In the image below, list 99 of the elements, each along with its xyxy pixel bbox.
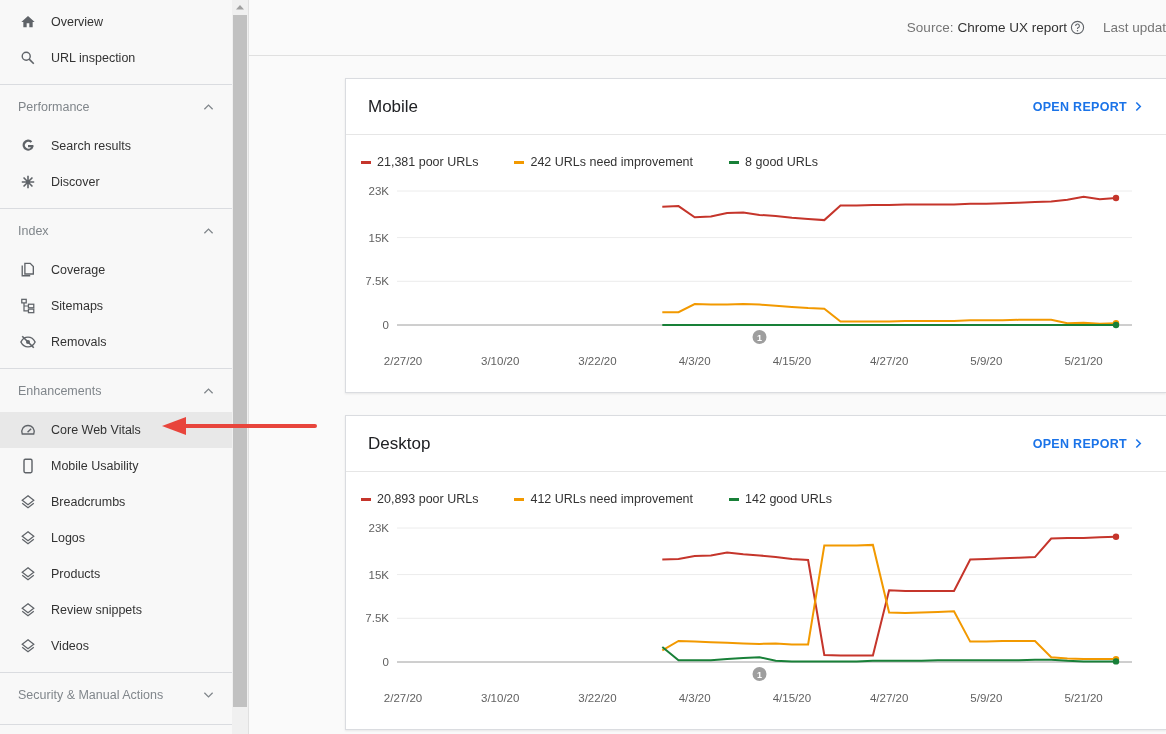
x-tick-label: 5/9/20 [970, 692, 1003, 704]
y-tick-label: 0 [382, 319, 389, 331]
nav-item-label: Removals [51, 335, 107, 349]
nav-item[interactable]: Videos [0, 628, 232, 664]
scrollbar-thumb[interactable] [233, 15, 247, 707]
y-tick-label: 7.5K [366, 275, 389, 288]
scrollbar[interactable] [232, 0, 249, 734]
nav-item[interactable]: Coverage [0, 252, 232, 288]
chevron-up-icon[interactable] [203, 226, 214, 235]
x-tick-label: 4/27/20 [869, 355, 909, 367]
source-label: Source: [906, 20, 954, 35]
x-tick-label: 3/22/20 [578, 355, 617, 367]
section-header[interactable]: Security & Manual Actions [0, 673, 232, 716]
nav-item[interactable]: Review snippets [0, 592, 232, 628]
phone-icon [20, 458, 36, 474]
nav-item-label: URL inspection [51, 51, 136, 65]
source-value: Chrome UX report [957, 20, 1067, 35]
nav-item[interactable]: Sitemaps [0, 288, 232, 324]
nav-item-label: Coverage [51, 263, 106, 277]
y-tick-label: 15K [368, 231, 389, 244]
open-report-link[interactable]: OPEN REPORT [1032, 436, 1142, 451]
x-tick-label: 3/10/20 [481, 692, 520, 704]
open-report-link[interactable]: OPEN REPORT [1032, 99, 1142, 114]
chevron-up-icon[interactable] [203, 386, 214, 395]
x-tick-label: 4/3/20 [678, 355, 711, 367]
card-title: Mobile [368, 96, 419, 117]
legend-label: 142 good URLs [745, 492, 832, 506]
legend-label: 242 URLs need improvement [530, 155, 694, 169]
chevron-up-icon[interactable] [203, 102, 214, 111]
nav-item[interactable]: URL inspection [0, 40, 232, 76]
nav-item-label: Overview [51, 15, 104, 29]
x-tick-label: 2/27/20 [383, 692, 423, 704]
nav-item-label: Logos [51, 531, 86, 545]
nav-item-label: Videos [51, 639, 89, 653]
nav-item-label: Mobile Usability [51, 459, 139, 473]
y-tick-label: 0 [382, 656, 389, 668]
nav-item[interactable]: Search results [0, 128, 232, 164]
x-tick-label: 4/15/20 [772, 692, 812, 704]
eye-off-icon [20, 334, 36, 350]
nav-item[interactable]: Overview [0, 4, 232, 40]
section-title: Index [18, 223, 49, 238]
asterisk-icon [20, 174, 36, 190]
nav-item-label: Breadcrumbs [51, 495, 126, 509]
search-icon [20, 50, 36, 66]
gauge-icon [20, 422, 36, 438]
legend-label: 20,893 poor URLs [377, 492, 479, 506]
legend-label: 412 URLs need improvement [530, 492, 694, 506]
layers-icon [20, 494, 36, 510]
section-header[interactable]: Performance [0, 85, 232, 128]
x-tick-label: 3/10/20 [481, 355, 520, 367]
x-tick-label: 4/15/20 [772, 355, 812, 367]
x-tick-label: 5/9/20 [970, 355, 1003, 367]
end-point [1112, 533, 1120, 540]
chevron-down-icon[interactable] [203, 690, 214, 699]
x-tick-label: 4/27/20 [869, 692, 909, 704]
section-header[interactable]: Enhancements [0, 369, 232, 412]
x-tick-label: 4/3/20 [678, 692, 711, 704]
g-letter-icon [20, 138, 36, 154]
nav-item[interactable]: Mobile Usability [0, 448, 232, 484]
scroll-up-icon[interactable] [235, 4, 245, 10]
nav-item-label: Sitemaps [51, 299, 104, 313]
layers-icon [20, 566, 36, 582]
y-tick-label: 23K [368, 185, 389, 197]
x-tick-label: 5/21/20 [1064, 692, 1103, 704]
y-tick-label: 23K [368, 522, 389, 534]
pages-icon [20, 262, 36, 278]
nav-item-label: Discover [51, 175, 100, 189]
home-icon [20, 14, 36, 30]
section-title: Security & Manual Actions [18, 687, 164, 702]
y-tick-label: 15K [368, 568, 389, 581]
legend-label: 21,381 poor URLs [377, 155, 479, 169]
x-tick-label: 2/27/20 [383, 355, 423, 367]
nav-item[interactable]: Core Web Vitals [0, 412, 232, 448]
layers-icon [20, 638, 36, 654]
section-title: Performance [18, 99, 90, 114]
layers-icon [20, 602, 36, 618]
end-point [1112, 194, 1120, 202]
nav-item[interactable]: Logos [0, 520, 232, 556]
nav-item-label: Core Web Vitals [51, 423, 141, 437]
nav-item[interactable]: Products [0, 556, 232, 592]
chevron-right-icon [1135, 438, 1142, 449]
section-header[interactable]: Index [0, 209, 232, 252]
help-icon[interactable] [1069, 20, 1085, 35]
sitemap-icon [20, 298, 36, 314]
x-tick-label: 3/22/20 [578, 692, 617, 704]
legend-label: 8 good URLs [745, 155, 818, 169]
chevron-right-icon [1135, 101, 1142, 112]
card-title: Desktop [368, 433, 431, 454]
layers-icon [20, 530, 36, 546]
nav-item-label: Review snippets [51, 603, 142, 617]
nav-item[interactable]: Discover [0, 164, 232, 200]
nav-item[interactable]: Breadcrumbs [0, 484, 232, 520]
y-tick-label: 7.5K [366, 612, 389, 625]
nav-item[interactable]: Removals [0, 324, 232, 360]
nav-item-label: Products [51, 567, 101, 581]
nav-item-label: Search results [51, 139, 131, 153]
x-tick-label: 5/21/20 [1064, 355, 1103, 367]
section-title: Enhancements [18, 383, 102, 398]
last-updated-label: Last updat [1102, 20, 1166, 35]
